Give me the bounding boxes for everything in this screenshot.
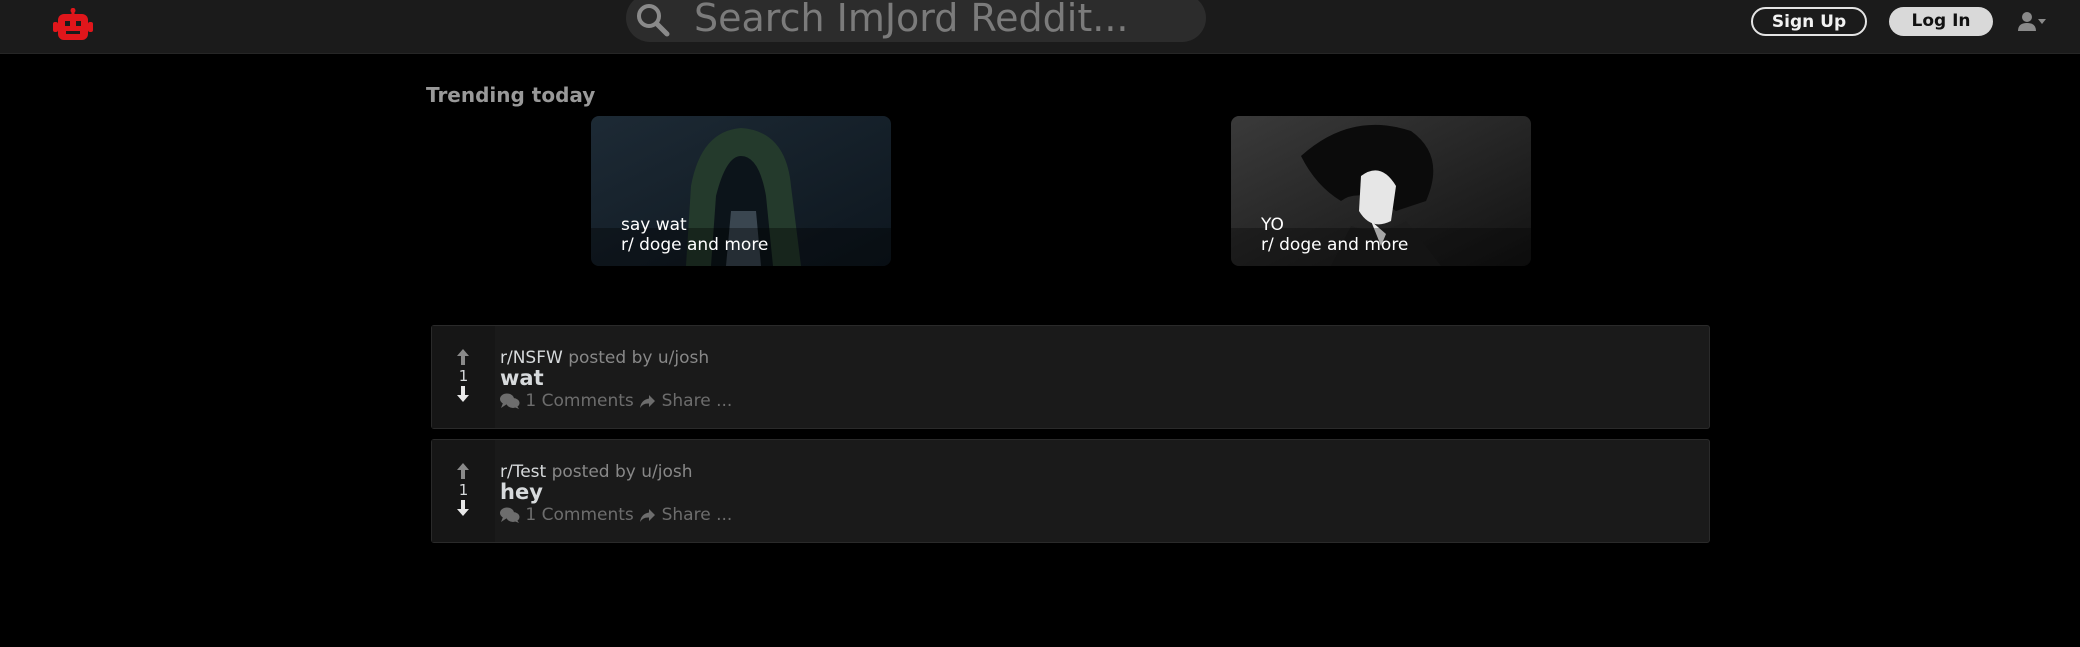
subreddit-link[interactable]: r/NSFW [500,348,563,368]
trending-card[interactable]: YO r/ doge and more [1231,116,1531,266]
top-navbar: Sign Up Log In [0,0,2080,54]
trending-card-title: say wat [621,215,687,235]
log-in-button[interactable]: Log In [1889,7,1993,36]
post-meta: r/Test posted by u/josh [500,462,693,482]
comments-count: 1 Comments [525,505,634,525]
upvote-arrow-icon[interactable] [456,462,470,480]
comments-button[interactable]: 1 Comments [500,505,639,525]
post-author: posted by u/josh [568,348,710,368]
comments-icon [500,507,520,523]
share-label: Share [661,505,711,525]
trending-card-community: r/ doge and more [1261,235,1409,255]
trending-card[interactable]: say wat r/ doge and more [591,116,891,266]
search-input[interactable] [694,0,1194,42]
downvote-arrow-icon[interactable] [456,385,470,403]
vote-column: 1 [432,440,495,542]
share-icon [640,509,656,522]
trending-card-title: YO [1261,215,1284,235]
trending-heading: Trending today [426,83,596,107]
downvote-arrow-icon[interactable] [456,499,470,517]
vote-column: 1 [432,326,495,428]
post-author: posted by u/josh [551,462,693,482]
post-card[interactable]: 1 r/NSFW posted by u/josh wat 1 Comments… [431,325,1710,429]
user-dropdown-icon[interactable] [2018,11,2048,33]
comments-count: 1 Comments [525,391,634,411]
vote-count: 1 [458,367,469,385]
share-label: Share [661,391,711,411]
upvote-arrow-icon[interactable] [456,348,470,366]
search-bar [626,0,1206,42]
share-button[interactable]: Share [639,505,716,525]
share-icon [640,395,656,408]
post-actions: 1 Comments Share ... [500,505,732,525]
post-title[interactable]: hey [500,480,543,504]
reddit-robot-icon[interactable] [53,8,93,44]
subreddit-link[interactable]: r/Test [500,462,546,482]
share-button[interactable]: Share [639,391,716,411]
post-meta: r/NSFW posted by u/josh [500,348,709,368]
vote-count: 1 [458,481,469,499]
sign-up-button[interactable]: Sign Up [1751,7,1867,36]
more-options-button[interactable]: ... [716,505,732,525]
trending-card-community: r/ doge and more [621,235,769,255]
comments-button[interactable]: 1 Comments [500,391,639,411]
comments-icon [500,393,520,409]
post-card[interactable]: 1 r/Test posted by u/josh hey 1 Comments… [431,439,1710,543]
more-options-button[interactable]: ... [716,391,732,411]
post-actions: 1 Comments Share ... [500,391,732,411]
search-icon[interactable] [635,2,671,38]
post-title[interactable]: wat [500,366,544,390]
